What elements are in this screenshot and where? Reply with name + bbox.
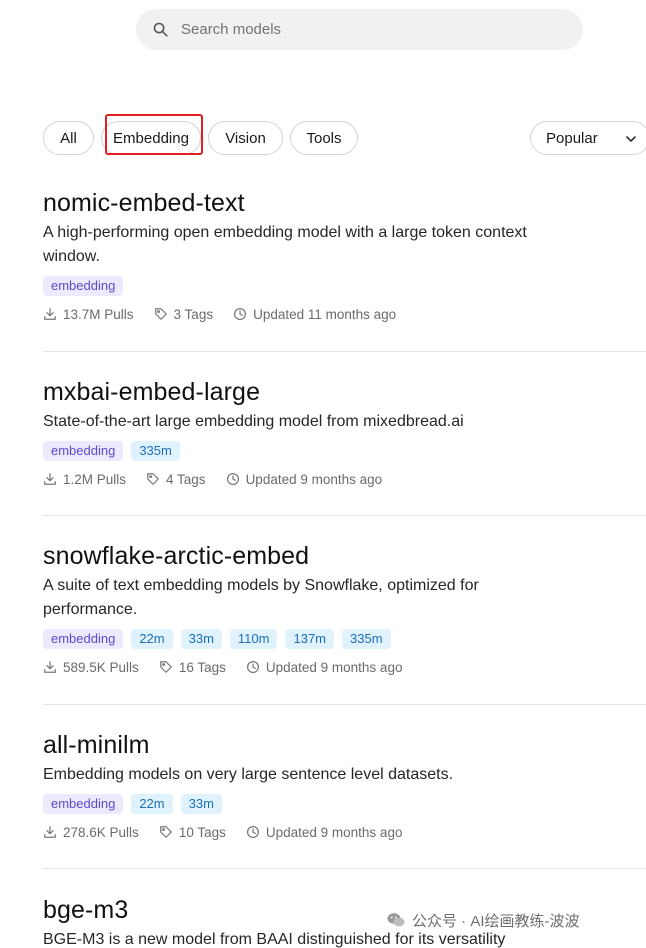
tags-stat: 3 Tags <box>154 306 214 322</box>
tag-size: 22m <box>131 794 173 814</box>
tag-icon <box>159 661 172 673</box>
model-tags: embedding <box>43 276 646 296</box>
wechat-icon <box>387 913 405 927</box>
search-icon <box>153 22 168 37</box>
clock-icon <box>246 660 259 674</box>
model-tags: embedding 335m <box>43 441 646 461</box>
filter-chip-tools[interactable]: Tools <box>290 121 358 155</box>
updated-stat: Updated 11 months ago <box>233 307 396 322</box>
tag-icon <box>154 308 167 320</box>
download-icon <box>44 661 56 673</box>
pulls-count: 13.7M Pulls <box>63 306 134 322</box>
tag-size: 33m <box>180 629 222 649</box>
model-description: Embedding models on very large sentence … <box>43 766 454 783</box>
filter-bar: All Embedding Vision Tools <box>43 121 358 155</box>
download-icon <box>44 826 56 838</box>
model-title[interactable]: nomic-embed-text <box>43 188 646 218</box>
updated-time: Updated 11 months ago <box>253 306 397 322</box>
filter-chip-vision[interactable]: Vision <box>208 121 283 155</box>
pulls-count: 1.2M Pulls <box>63 471 127 487</box>
pulls-stat: 13.7M Pulls <box>43 307 134 322</box>
watermark-text: 公众号 · AI绘画教练-波波 <box>412 912 580 930</box>
pulls-count: 589.5K Pulls <box>63 659 139 675</box>
tag-size: 110m <box>229 629 278 649</box>
tags-count: 16 Tags <box>178 659 226 675</box>
page: Search models All Embedding Vision Tools… <box>0 0 646 948</box>
tags-stat: 10 Tags <box>159 825 226 840</box>
tag-icon <box>159 826 172 838</box>
updated-time: Updated 9 months ago <box>265 824 403 840</box>
filter-chip-embedding[interactable]: Embedding <box>101 121 201 155</box>
updated-time: Updated 9 months ago <box>265 659 403 675</box>
tag-size: 137m <box>285 629 335 649</box>
model-meta: 278.6K Pulls 10 Tags Updated 9 months ag… <box>43 822 646 842</box>
model-card[interactable]: nomic-embed-text A high-performing open … <box>43 188 646 324</box>
tag-icon <box>147 473 159 485</box>
model-tags: embedding 22m 33m <box>43 794 646 814</box>
sort-select[interactable]: Popular <box>530 121 646 155</box>
tag-capability: embedding <box>43 794 124 814</box>
model-card[interactable]: all-minilm Embedding models on very larg… <box>43 730 646 842</box>
updated-time: Updated 9 months ago <box>245 471 383 487</box>
clock-icon <box>226 472 239 486</box>
sort-select-value: Popular <box>546 129 598 147</box>
chevron-down-icon <box>626 136 636 142</box>
model-title[interactable]: snowflake-arctic-embed <box>43 541 646 571</box>
search-input[interactable]: Search models <box>136 9 583 50</box>
divider <box>43 351 646 352</box>
clock-icon <box>246 825 259 839</box>
download-icon <box>44 308 56 320</box>
tags-count: 4 Tags <box>166 471 206 487</box>
model-card[interactable]: mxbai-embed-large State-of-the-art large… <box>43 377 646 489</box>
model-title[interactable]: mxbai-embed-large <box>43 377 646 407</box>
divider <box>43 868 646 869</box>
model-title[interactable]: all-minilm <box>43 730 646 760</box>
pulls-stat: 278.6K Pulls <box>43 825 139 840</box>
updated-stat: Updated 9 months ago <box>246 659 403 675</box>
download-icon <box>44 473 56 485</box>
model-tags: embedding 22m 33m 110m 137m 335m <box>43 629 646 649</box>
pulls-count: 278.6K Pulls <box>63 824 139 840</box>
tags-stat: 4 Tags <box>146 472 206 487</box>
tags-count: 3 Tags <box>173 306 214 322</box>
updated-stat: Updated 9 months ago <box>246 824 403 840</box>
tag-size: 335m <box>342 629 391 649</box>
tag-size: 22m <box>131 629 173 649</box>
pulls-stat: 1.2M Pulls <box>43 472 126 487</box>
model-description: State-of-the-art large embedding model f… <box>43 413 464 430</box>
model-meta: 1.2M Pulls 4 Tags Updated 9 months ago <box>43 469 646 489</box>
model-card[interactable]: snowflake-arctic-embed A suite of text e… <box>43 541 646 677</box>
tag-capability: embedding <box>43 276 124 296</box>
model-meta: 13.7M Pulls 3 Tags Updated 11 months ago <box>43 304 646 324</box>
filter-chip-all[interactable]: All <box>43 121 94 155</box>
model-description: A high-performing open embedding model w… <box>43 224 527 265</box>
tag-size: 335m <box>131 441 180 461</box>
tag-capability: embedding <box>43 629 124 649</box>
divider <box>43 515 646 516</box>
tag-capability: embedding <box>43 441 124 461</box>
model-meta: 589.5K Pulls 16 Tags Updated 9 months ag… <box>43 657 646 677</box>
clock-icon <box>234 307 247 321</box>
updated-stat: Updated 9 months ago <box>226 471 383 487</box>
tags-count: 10 Tags <box>178 824 226 840</box>
watermark: 公众号 · AI绘画教练-波波 <box>386 908 580 932</box>
pulls-stat: 589.5K Pulls <box>43 660 139 675</box>
search-placeholder: Search models <box>181 21 282 38</box>
tags-stat: 16 Tags <box>159 660 226 675</box>
tag-size: 33m <box>180 794 222 814</box>
model-description: A suite of text embedding models by Snow… <box>43 577 479 618</box>
divider <box>43 704 646 705</box>
